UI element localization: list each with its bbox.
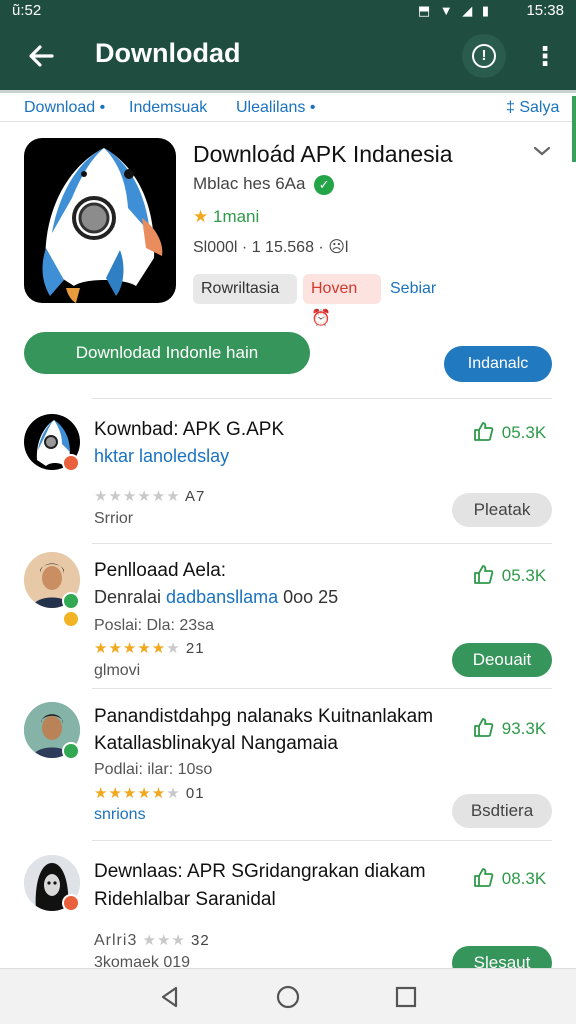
like-count-value: 93.3K [501,719,547,738]
app-name: Downloád APK Indanesia [193,141,453,167]
list-item-meta-2[interactable]: snrions [94,806,146,824]
list-item-meta-2: glmovi [94,662,141,679]
developer-name: Mblac hes 6Aa [193,174,306,193]
like-count[interactable]: 93.3K [472,716,546,739]
rating-stars: ★★★★★★ A7 [94,487,205,505]
tab-strip: Download • Indemsuak Ulealilans • ‡ Saly… [0,96,576,122]
subtitle-suffix: 0oo 25 [278,587,339,607]
like-count[interactable]: 05.3K [472,563,546,586]
developer-line[interactable]: Mblac hes 6Aa ✓ [193,174,335,195]
subtitle-prefix: Denralai [94,587,167,607]
download-button[interactable]: Downlodad Indonle hain [24,332,310,374]
tab-ulealilans[interactable]: Ulealilans • [236,99,315,117]
rating-label: 1mani [212,207,260,226]
secondary-button[interactable]: Indanalc [444,346,552,382]
chip-hot[interactable]: Hoven ⏰ [303,274,381,327]
list-item-title[interactable]: Kownbad: APK G.APK [94,419,284,441]
status-bar: ũ:52 ⬒ ▼ ◢ ▮ 15:38 [0,0,576,24]
stars-row: ★★★★★ [94,640,167,657]
badge-icon [62,454,80,472]
list-item-meta: Podlai: ilar: 10so [94,761,213,778]
app-bar: Downlodad ! ⋮ [0,24,576,90]
divider [92,688,552,689]
list-item-meta: Srrior [94,510,134,527]
info-icon: ! [472,44,496,68]
like-count-value: 08.3K [501,869,547,888]
info-button[interactable]: ! [462,34,506,78]
badge-icon [62,592,80,610]
tab-download[interactable]: Download • [24,99,105,117]
like-count[interactable]: 08.3K [472,866,546,889]
alarm-icon: ⏰ [311,310,331,327]
stars-count: 32 [191,932,210,949]
list-item-action-button[interactable]: Bsdtiera [452,794,552,828]
stars-row: ★★★★★ [94,785,167,802]
stars-count: 21 [185,640,205,657]
nav-back-icon[interactable] [156,983,184,1011]
app-meta: Sl000l · 1 15.568 · ☹l [193,239,349,256]
list-item-title[interactable]: Penlloaad Aela: [94,560,226,582]
list-item-title[interactable]: Dewnlaas: APR SGridangrakan diakam [94,861,426,883]
badge-icon [62,610,80,628]
nav-home-icon[interactable] [274,983,302,1011]
list-item-subtitle[interactable]: Denralai dadbansllama 0oo 25 [94,587,338,608]
system-nav-bar [0,968,576,1024]
thumbs-up-icon [474,565,494,584]
divider [92,840,552,841]
chip-category[interactable]: Rowriltasia [193,274,297,304]
tab-indemsuak[interactable]: Indemsuak [129,99,207,117]
app-bar-divider [0,90,576,93]
like-count-value: 05.3K [501,566,547,585]
list-item-action-button[interactable]: Pleatak [452,493,552,527]
thumbs-up-icon [474,422,494,441]
rating-stars: Arlri3 ★★★ 32 [94,931,210,950]
divider [92,398,552,399]
rocket-icon [42,148,163,303]
list-item-action-button[interactable]: Deouait [452,643,552,677]
stars-count: 01 [185,785,205,802]
chevron-down-icon[interactable] [531,140,553,168]
badge-icon [62,894,80,912]
like-count[interactable]: 05.3K [472,420,546,443]
chip-link[interactable]: Sebiar [390,274,460,304]
status-time-right: 15:38 [526,2,564,19]
nav-recents-icon[interactable] [392,983,420,1011]
rating-line: ★ 1mani [193,207,259,227]
more-vert-icon[interactable]: ⋮ [530,38,560,74]
chevron-down-svg [533,146,551,156]
thumbs-up-icon [474,868,494,887]
list-item-title-2[interactable]: Ridehlalbar Saranidal [94,889,276,911]
status-icons: ⬒ ▼ ◢ ▮ [417,3,492,18]
list-item-meta: Poslai: Dla: 23sa [94,617,215,634]
app-icon [24,138,176,303]
list-item-title[interactable]: Panandistdahpg nalanaks Kuitnanlakam [94,706,433,728]
verified-check-icon: ✓ [314,174,335,195]
page-title: Downlodad [95,38,241,68]
badge-icon [62,742,80,760]
status-time-left: ũ:52 [12,2,42,19]
chip-hot-label: Hoven [311,280,358,297]
list-item-title-2[interactable]: Katallasblinakyal Nangamaia [94,733,338,755]
like-count-value: 05.3K [501,423,547,442]
stars-row: ★★★ [142,932,186,949]
tab-salya[interactable]: ‡ Salya [506,99,559,117]
rating-prefix: Arlri3 [94,932,138,949]
stars-count: A7 [185,488,206,505]
subtitle-link: dadbansllama [166,587,279,607]
back-arrow-icon[interactable] [22,36,62,76]
thumbs-up-icon [474,718,494,737]
stars-row: ★★★★★★ [94,488,181,505]
list-item-subtitle[interactable]: hktar lanoledslay [94,446,229,467]
divider [92,543,552,544]
rating-stars: ★★★★★★ 01 [94,785,205,802]
back-arrow-svg [29,45,54,67]
star-icon: ★ [193,207,209,226]
rating-stars: ★★★★★★ 21 [94,640,205,657]
scroll-indicator [572,96,576,162]
